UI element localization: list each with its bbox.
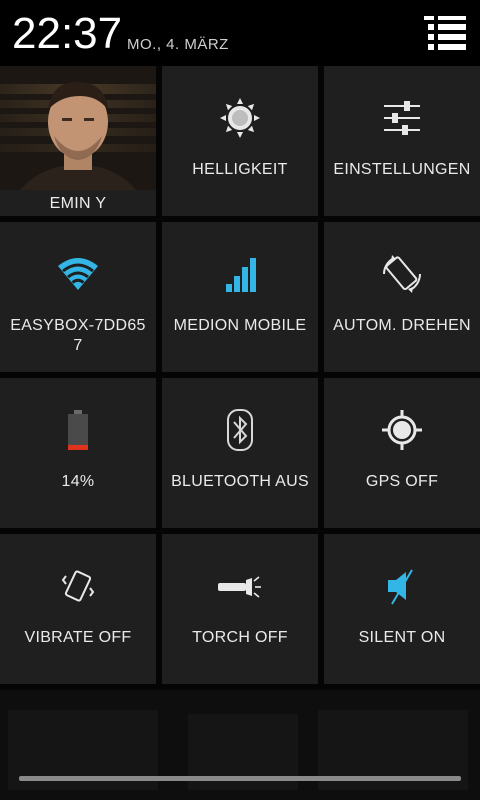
list-toggle-icon	[424, 16, 466, 50]
vibrate-label: VIBRATE OFF	[24, 629, 132, 646]
quick-settings-grid: EMIN Y HELLIGKEIT EINSTELLUNGEN EASYBOX-…	[0, 66, 480, 690]
bluetooth-label: BLUETOOTH AUS	[171, 473, 309, 490]
battery-icon	[68, 410, 88, 450]
tile-profile[interactable]: EMIN Y	[0, 66, 156, 216]
tile-silent[interactable]: SILENT ON	[324, 534, 480, 684]
silent-label: SILENT ON	[358, 629, 446, 646]
tile-wifi[interactable]: EASYBOX-7DD65 7	[0, 222, 156, 372]
tile-gps[interactable]: GPS OFF	[324, 378, 480, 528]
settings-sliders-icon	[384, 101, 420, 135]
tile-brightness[interactable]: HELLIGKEIT	[162, 66, 318, 216]
wifi-network-label: EASYBOX-7DD65 7	[0, 316, 156, 356]
tile-bluetooth[interactable]: BLUETOOTH AUS	[162, 378, 318, 528]
silent-icon	[388, 569, 413, 605]
tile-auto-rotate[interactable]: AUTOM. DREHEN	[324, 222, 480, 372]
wifi-network-line2: 7	[73, 337, 83, 354]
bluetooth-icon	[227, 409, 253, 451]
wifi-icon	[58, 258, 98, 290]
date[interactable]: MO., 4. MÄRZ	[127, 36, 229, 53]
battery-level-label: 14%	[61, 473, 95, 490]
brightness-icon	[220, 98, 260, 138]
profile-name: EMIN Y	[49, 195, 107, 212]
torch-label: TORCH OFF	[192, 629, 288, 646]
settings-label: EINSTELLUNGEN	[333, 161, 471, 178]
background-overlay	[0, 690, 480, 800]
quick-settings-toggle-button[interactable]	[420, 12, 470, 54]
tile-torch[interactable]: TORCH OFF	[162, 534, 318, 684]
gps-label: GPS OFF	[365, 473, 439, 490]
gps-icon	[382, 410, 422, 450]
torch-icon	[218, 576, 261, 598]
clock[interactable]: 22:37	[12, 10, 122, 58]
wifi-network-line1: EASYBOX-7DD65	[10, 317, 146, 334]
vibrate-icon	[61, 570, 95, 602]
mobile-network-label: MEDION MOBILE	[173, 317, 307, 334]
tile-vibrate[interactable]: VIBRATE OFF	[0, 534, 156, 684]
drag-handle[interactable]	[19, 776, 461, 781]
status-header: 22:37 MO., 4. MÄRZ	[0, 0, 480, 66]
auto-rotate-icon	[383, 255, 421, 293]
profile-avatar	[0, 66, 156, 190]
tile-settings[interactable]: EINSTELLUNGEN	[324, 66, 480, 216]
signal-icon	[226, 258, 256, 292]
tile-mobile-network[interactable]: MEDION MOBILE	[162, 222, 318, 372]
auto-rotate-label: AUTOM. DREHEN	[333, 317, 471, 334]
brightness-label: HELLIGKEIT	[192, 161, 288, 178]
tile-battery[interactable]: 14%	[0, 378, 156, 528]
